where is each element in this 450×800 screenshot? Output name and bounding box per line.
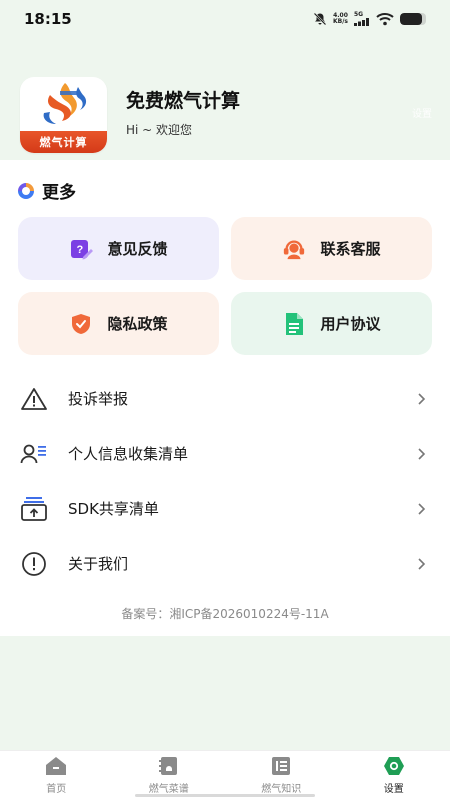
status-bar: 18:15 4.00 KB/s 5G	[0, 0, 450, 38]
privacy-policy-tile[interactable]: 隐私政策	[18, 292, 219, 355]
document-icon	[282, 312, 306, 336]
more-card: 更多 ? 意见反馈 联系客服 隐私政策 用户协议 投诉举报 个人信息收集清单 S…	[0, 160, 450, 636]
shield-icon	[69, 312, 93, 336]
home-indicator	[135, 794, 315, 797]
recipe-icon	[158, 756, 180, 776]
warning-icon	[20, 385, 48, 413]
tile-label: 隐私政策	[107, 315, 168, 333]
battery-fill	[400, 13, 423, 25]
nav-recipes[interactable]: 燃气菜谱	[113, 751, 226, 800]
chevron-right-icon	[418, 392, 426, 405]
status-icons: 4.00 KB/s 5G	[313, 12, 426, 26]
feedback-tile[interactable]: ? 意见反馈	[18, 217, 219, 280]
mute-bell-icon	[313, 12, 327, 26]
nav-label: 燃气菜谱	[148, 784, 189, 795]
section-title: 更多	[42, 183, 76, 203]
welcome-text: Hi ~ 欢迎您	[126, 123, 193, 137]
nav-home[interactable]: 首页	[0, 751, 113, 800]
list-item-sdk[interactable]: SDK共享清单	[0, 481, 450, 536]
logo-label: 燃气计算	[20, 131, 107, 153]
list-item-personal-info[interactable]: 个人信息收集清单	[0, 426, 450, 481]
signal-icon	[354, 18, 369, 26]
user-agreement-tile[interactable]: 用户协议	[231, 292, 432, 355]
nav-label: 燃气知识	[261, 784, 302, 795]
share-box-icon	[20, 495, 48, 523]
list-label: 个人信息收集清单	[68, 445, 189, 463]
section-header: 更多	[18, 178, 76, 203]
cell-signal: 5G	[354, 12, 370, 26]
app-name: 免费燃气计算	[126, 90, 241, 112]
settings-icon	[383, 756, 405, 776]
header-ghost-label: 设置	[412, 109, 432, 120]
tile-label: 用户协议	[320, 315, 381, 333]
bottom-nav: 首页 燃气菜谱 燃气知识 设置	[0, 750, 450, 800]
ring-icon	[18, 182, 34, 199]
nav-label: 设置	[383, 784, 404, 795]
app-logo: 燃气计算	[20, 77, 107, 153]
info-icon	[20, 550, 48, 578]
flame-s-logo-icon	[43, 83, 87, 124]
contact-service-tile[interactable]: 联系客服	[231, 217, 432, 280]
headset-icon	[282, 237, 306, 261]
nav-knowledge[interactable]: 燃气知识	[225, 751, 338, 800]
tile-label: 联系客服	[320, 240, 381, 258]
list-label: 投诉举报	[68, 390, 129, 408]
chevron-right-icon	[418, 557, 426, 570]
nav-label: 首页	[46, 784, 67, 795]
chevron-right-icon	[418, 502, 426, 515]
icp-record[interactable]: 备案号：湘ICP备2026010224号-11A	[0, 605, 450, 622]
list-label: SDK共享清单	[68, 500, 159, 518]
battery-icon	[400, 13, 426, 25]
list-item-complaint[interactable]: 投诉举报	[0, 371, 450, 426]
list-item-about[interactable]: 关于我们	[0, 536, 450, 591]
net-speed: 4.00 KB/s	[333, 12, 348, 25]
user-list-icon	[20, 440, 48, 468]
wifi-icon	[376, 13, 394, 26]
home-icon	[45, 756, 67, 776]
list-label: 关于我们	[68, 555, 129, 573]
status-time: 18:15	[24, 10, 72, 28]
nav-settings[interactable]: 设置	[338, 751, 450, 800]
tile-label: 意见反馈	[107, 240, 168, 258]
svg-text:?: ?	[77, 244, 84, 256]
chevron-right-icon	[418, 447, 426, 460]
edit-icon: ?	[69, 237, 94, 261]
profile-header: 燃气计算 免费燃气计算 Hi ~ 欢迎您 设置	[0, 70, 450, 160]
book-icon	[270, 756, 292, 776]
